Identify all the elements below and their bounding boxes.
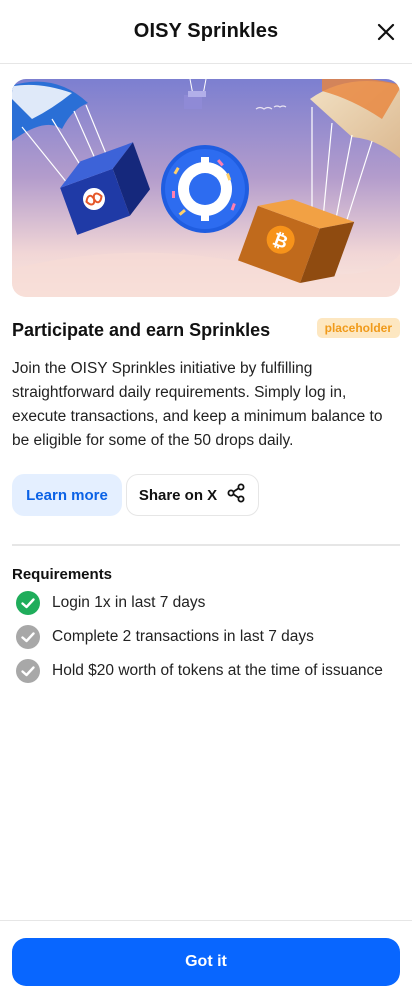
dialog-title: OISY Sprinkles [133,20,279,42]
share-icon [226,483,246,507]
close-icon[interactable] [374,20,398,44]
requirement-item: Hold $20 worth of tokens at the time of … [16,659,383,683]
divider [12,544,400,546]
requirement-label: Login 1x in last 7 days [52,594,206,611]
got-it-button[interactable]: Got it [12,938,400,986]
requirement-item: Complete 2 transactions in last 7 days [16,625,314,649]
requirement-item: Login 1x in last 7 days [16,591,205,615]
requirements-title: Requirements [12,566,113,583]
description-text: Join the OISY Sprinkles initiative by fu… [12,360,383,449]
learn-more-button[interactable]: Learn more [12,474,122,516]
status-badge: placeholder [316,318,400,338]
check-circle-icon [16,625,40,649]
check-circle-icon [16,591,40,615]
share-button-label: Share on X [138,486,218,504]
hero-illustration: ₿ [12,79,400,297]
section-heading: Participate and earn Sprinkles [12,320,271,340]
requirement-label: Hold $20 worth of tokens at the time of … [52,662,383,679]
requirement-label: Complete 2 transactions in last 7 days [52,628,314,645]
dialog-header: OISY Sprinkles [0,0,412,64]
check-circle-icon [16,659,40,683]
share-on-x-button[interactable]: Share on X [126,474,259,516]
